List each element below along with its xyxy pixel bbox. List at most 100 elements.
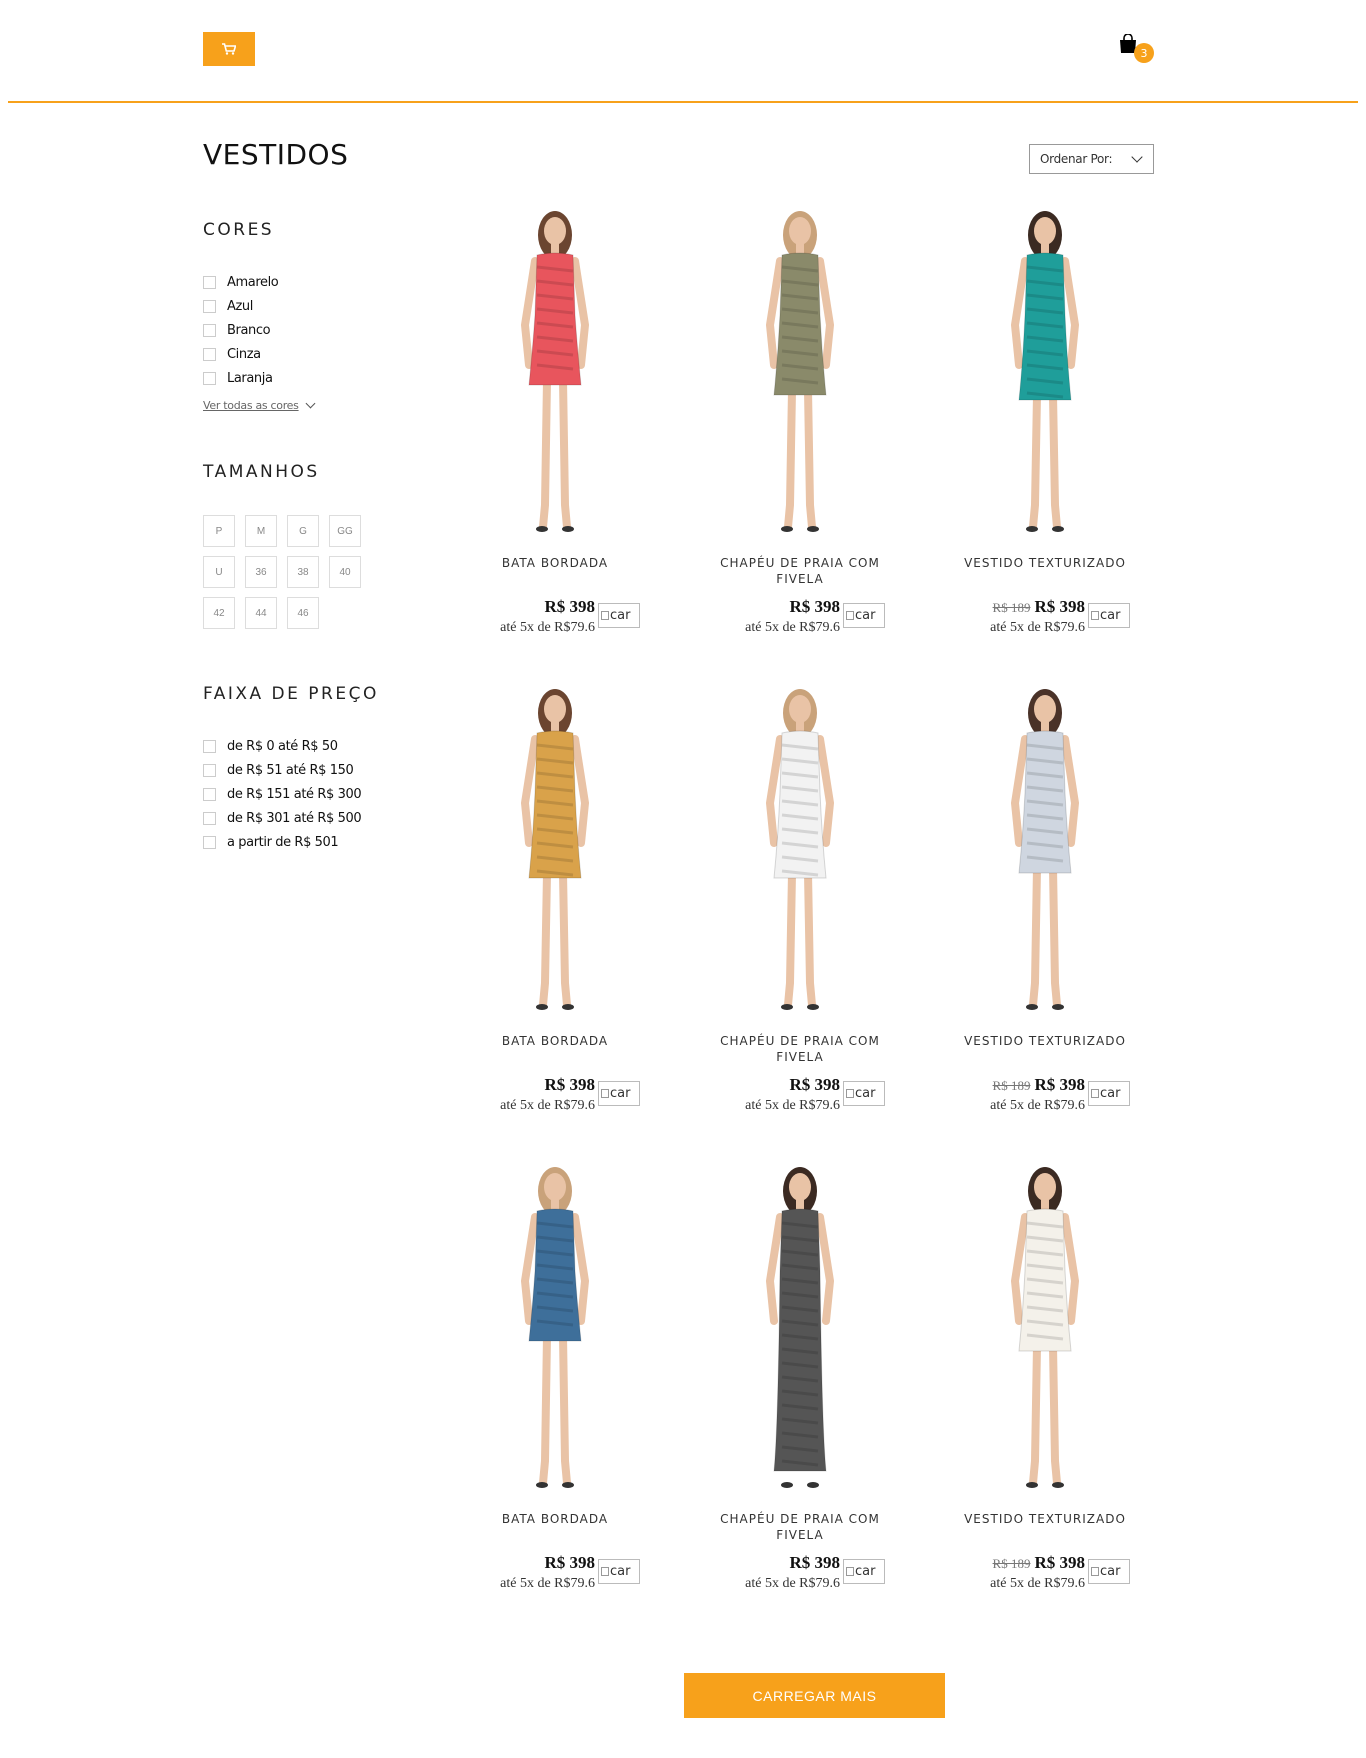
add-to-cart-image[interactable]: car xyxy=(1088,603,1130,628)
product-name[interactable]: VESTIDO TEXTURIZADO xyxy=(945,1033,1145,1049)
product-image[interactable] xyxy=(935,683,1155,1013)
old-price: R$ 189 xyxy=(992,1556,1031,1571)
price-range-list: de R$ 0 até R$ 50 de R$ 51 até R$ 150 de… xyxy=(203,734,403,854)
product-price: R$ 398 xyxy=(1034,597,1085,616)
price-filter-51-150[interactable]: de R$ 51 até R$ 150 xyxy=(203,758,403,782)
product-image[interactable] xyxy=(445,1161,665,1491)
product-price: R$ 398 xyxy=(544,1553,595,1572)
size-option-36[interactable]: 36 xyxy=(245,556,277,588)
product-price-row: R$ 189 R$ 398 até 5x de R$79.6 car xyxy=(935,597,1155,643)
product-name[interactable]: VESTIDO TEXTURIZADO xyxy=(945,1511,1145,1527)
checkbox[interactable] xyxy=(203,323,216,337)
price-filter-0-50[interactable]: de R$ 0 até R$ 50 xyxy=(203,734,403,758)
size-option-p[interactable]: P xyxy=(203,515,235,547)
checkbox[interactable] xyxy=(203,835,216,849)
see-all-colors-link[interactable]: Ver todas as cores xyxy=(203,398,316,412)
product-price: R$ 398 xyxy=(789,1553,840,1572)
add-to-cart-image[interactable]: car xyxy=(598,603,640,628)
price-filter-301-500[interactable]: de R$ 301 até R$ 500 xyxy=(203,806,403,830)
product-name[interactable]: CHAPÉU DE PRAIA COM FIVELA xyxy=(700,1033,900,1065)
product-card[interactable]: CHAPÉU DE PRAIA COM FIVELA R$ 398 até 5x… xyxy=(690,683,910,1123)
installment-text: até 5x de R$79.6 xyxy=(745,1576,840,1591)
product-name[interactable]: BATA BORDADA xyxy=(455,1033,655,1049)
product-card[interactable]: VESTIDO TEXTURIZADO R$ 189 R$ 398 até 5x … xyxy=(935,683,1155,1123)
header-divider xyxy=(8,101,1358,103)
product-image[interactable] xyxy=(690,205,910,535)
broken-image-icon xyxy=(846,1567,854,1576)
checkbox[interactable] xyxy=(203,739,216,753)
product-name[interactable]: CHAPÉU DE PRAIA COM FIVELA xyxy=(700,555,900,587)
checkbox[interactable] xyxy=(203,787,216,801)
product-name[interactable]: BATA BORDADA xyxy=(455,555,655,571)
product-name[interactable]: VESTIDO TEXTURIZADO xyxy=(945,555,1145,571)
add-to-cart-image[interactable]: car xyxy=(598,1081,640,1106)
product-image[interactable] xyxy=(690,1161,910,1491)
chevron-down-icon xyxy=(305,398,316,409)
product-image[interactable] xyxy=(935,205,1155,535)
old-price: R$ 189 xyxy=(992,1078,1031,1093)
installment-text: até 5x de R$79.6 xyxy=(990,1098,1085,1113)
installment-text: até 5x de R$79.6 xyxy=(745,620,840,635)
checkbox[interactable] xyxy=(203,371,216,385)
product-card[interactable]: BATA BORDADA R$ 398 até 5x de R$79.6 car xyxy=(445,683,665,1123)
sizes-heading: TAMANHOS xyxy=(203,462,320,482)
old-price: R$ 189 xyxy=(992,600,1031,615)
add-to-cart-image[interactable]: car xyxy=(843,1081,885,1106)
color-filter-amarelo[interactable]: Amarelo xyxy=(203,270,403,294)
broken-image-icon xyxy=(846,611,854,620)
checkbox[interactable] xyxy=(203,299,216,313)
add-to-cart-image[interactable]: car xyxy=(843,603,885,628)
size-option-gg[interactable]: GG xyxy=(329,515,361,547)
product-price: R$ 398 xyxy=(789,1075,840,1094)
product-price: R$ 398 xyxy=(544,597,595,616)
color-filter-laranja[interactable]: Laranja xyxy=(203,366,403,390)
add-to-cart-image[interactable]: car xyxy=(1088,1559,1130,1584)
checkbox[interactable] xyxy=(203,763,216,777)
model-photo-icon xyxy=(520,211,590,532)
product-image[interactable] xyxy=(935,1161,1155,1491)
product-image[interactable] xyxy=(445,683,665,1013)
sort-dropdown[interactable]: Ordenar Por: xyxy=(1029,144,1154,174)
price-filter-501-plus[interactable]: a partir de R$ 501 xyxy=(203,830,403,854)
checkbox[interactable] xyxy=(203,347,216,361)
checkbox[interactable] xyxy=(203,811,216,825)
load-more-button[interactable]: CARREGAR MAIS xyxy=(684,1673,945,1718)
add-to-cart-image[interactable]: car xyxy=(1088,1081,1130,1106)
product-price-row: R$ 398 até 5x de R$79.6 car xyxy=(445,1553,665,1599)
product-card[interactable]: VESTIDO TEXTURIZADO R$ 189 R$ 398 até 5x … xyxy=(935,205,1155,645)
product-card[interactable]: CHAPÉU DE PRAIA COM FIVELA R$ 398 até 5x… xyxy=(690,1161,910,1601)
product-price: R$ 398 xyxy=(789,597,840,616)
size-option-g[interactable]: G xyxy=(287,515,319,547)
color-filter-branco[interactable]: Branco xyxy=(203,318,403,342)
product-image[interactable] xyxy=(445,205,665,535)
product-card[interactable]: CHAPÉU DE PRAIA COM FIVELA R$ 398 até 5x… xyxy=(690,205,910,645)
product-name[interactable]: CHAPÉU DE PRAIA COM FIVELA xyxy=(700,1511,900,1543)
color-filter-cinza[interactable]: Cinza xyxy=(203,342,403,366)
size-option-42[interactable]: 42 xyxy=(203,597,235,629)
product-card[interactable]: BATA BORDADA R$ 398 até 5x de R$79.6 car xyxy=(445,1161,665,1601)
sort-label: Ordenar Por: xyxy=(1040,152,1113,166)
broken-image-icon xyxy=(1091,1089,1099,1098)
size-option-40[interactable]: 40 xyxy=(329,556,361,588)
product-name[interactable]: BATA BORDADA xyxy=(455,1511,655,1527)
price-range-heading: FAIXA DE PREÇO xyxy=(203,684,379,704)
product-card[interactable]: BATA BORDADA R$ 398 até 5x de R$79.6 car xyxy=(445,205,665,645)
product-price: R$ 398 xyxy=(544,1075,595,1094)
color-filter-azul[interactable]: Azul xyxy=(203,294,403,318)
size-option-m[interactable]: M xyxy=(245,515,277,547)
add-to-cart-image[interactable]: car xyxy=(843,1559,885,1584)
size-option-u[interactable]: U xyxy=(203,556,235,588)
installment-text: até 5x de R$79.6 xyxy=(500,1098,595,1113)
product-card[interactable]: VESTIDO TEXTURIZADO R$ 189 R$ 398 até 5x … xyxy=(935,1161,1155,1601)
size-option-44[interactable]: 44 xyxy=(245,597,277,629)
cart-button[interactable] xyxy=(203,32,255,66)
model-photo-icon xyxy=(520,689,590,1010)
shopping-bag-button[interactable]: 3 xyxy=(1118,34,1158,66)
product-price: R$ 398 xyxy=(1034,1075,1085,1094)
price-filter-151-300[interactable]: de R$ 151 até R$ 300 xyxy=(203,782,403,806)
size-option-46[interactable]: 46 xyxy=(287,597,319,629)
checkbox[interactable] xyxy=(203,275,216,289)
product-image[interactable] xyxy=(690,683,910,1013)
size-option-38[interactable]: 38 xyxy=(287,556,319,588)
add-to-cart-image[interactable]: car xyxy=(598,1559,640,1584)
